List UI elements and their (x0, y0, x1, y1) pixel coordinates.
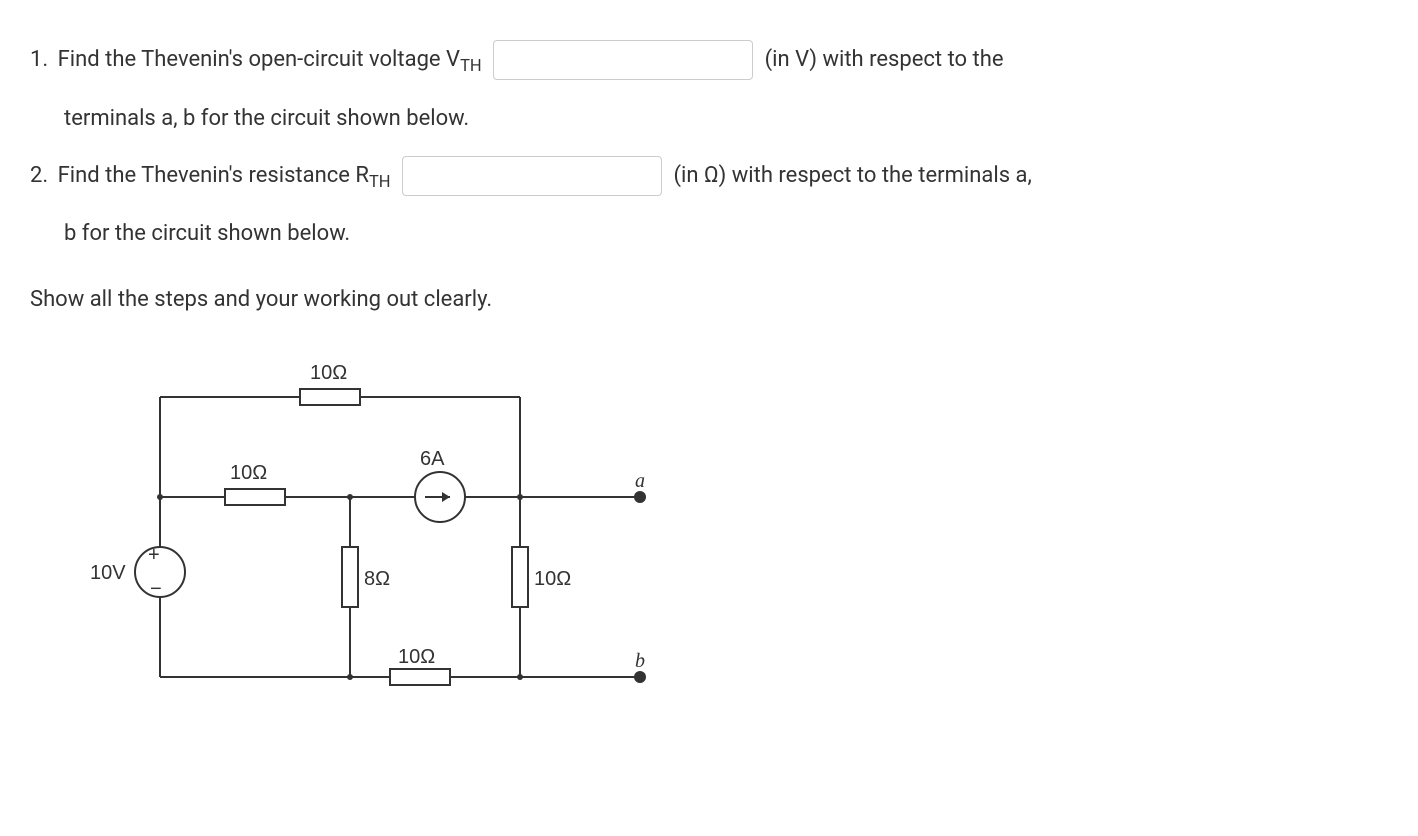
question-1-number: 1. (30, 47, 48, 72)
question-2-number: 2. (30, 163, 48, 188)
problem-text: 1. Find the Thevenin's open-circuit volt… (30, 40, 1388, 252)
terminal-a-label: a (635, 470, 645, 492)
resistor-top-label: 10Ω (310, 362, 347, 384)
question-2-line2: b for the circuit shown below. (30, 216, 1388, 251)
resistor-bottom-label: 10Ω (398, 646, 435, 668)
rth-input[interactable] (402, 156, 662, 196)
question-1-subscript: TH (460, 57, 482, 76)
resistor-right-vert-label: 10Ω (534, 568, 571, 590)
question-2-subscript: TH (369, 173, 391, 192)
terminal-b-label: b (635, 650, 645, 672)
circuit-diagram: 10Ω 10Ω 8Ω 6A a (80, 347, 1388, 738)
question-1-text-after: (in V) with respect to the (765, 47, 1004, 72)
voltage-plus: + (148, 544, 160, 566)
current-source-label: 6A (420, 448, 445, 470)
question-1-line1: 1. Find the Thevenin's open-circuit volt… (30, 40, 1388, 81)
vth-input[interactable] (493, 40, 753, 80)
voltage-minus: − (150, 578, 162, 600)
voltage-source-label: 10V (90, 562, 126, 584)
question-1-line2: terminals a, b for the circuit shown bel… (30, 101, 1388, 136)
question-2-line1: 2. Find the Thevenin's resistance RTH (i… (30, 156, 1388, 197)
question-2-text-after: (in Ω) with respect to the terminals a, (674, 163, 1032, 188)
instruction-text: Show all the steps and your working out … (30, 282, 1388, 317)
question-2-text-before: Find the Thevenin's resistance R (58, 163, 369, 188)
question-1-text-before: Find the Thevenin's open-circuit voltage… (58, 47, 460, 72)
resistor-center-label: 8Ω (364, 568, 390, 590)
resistor-left-mid-label: 10Ω (230, 462, 267, 484)
